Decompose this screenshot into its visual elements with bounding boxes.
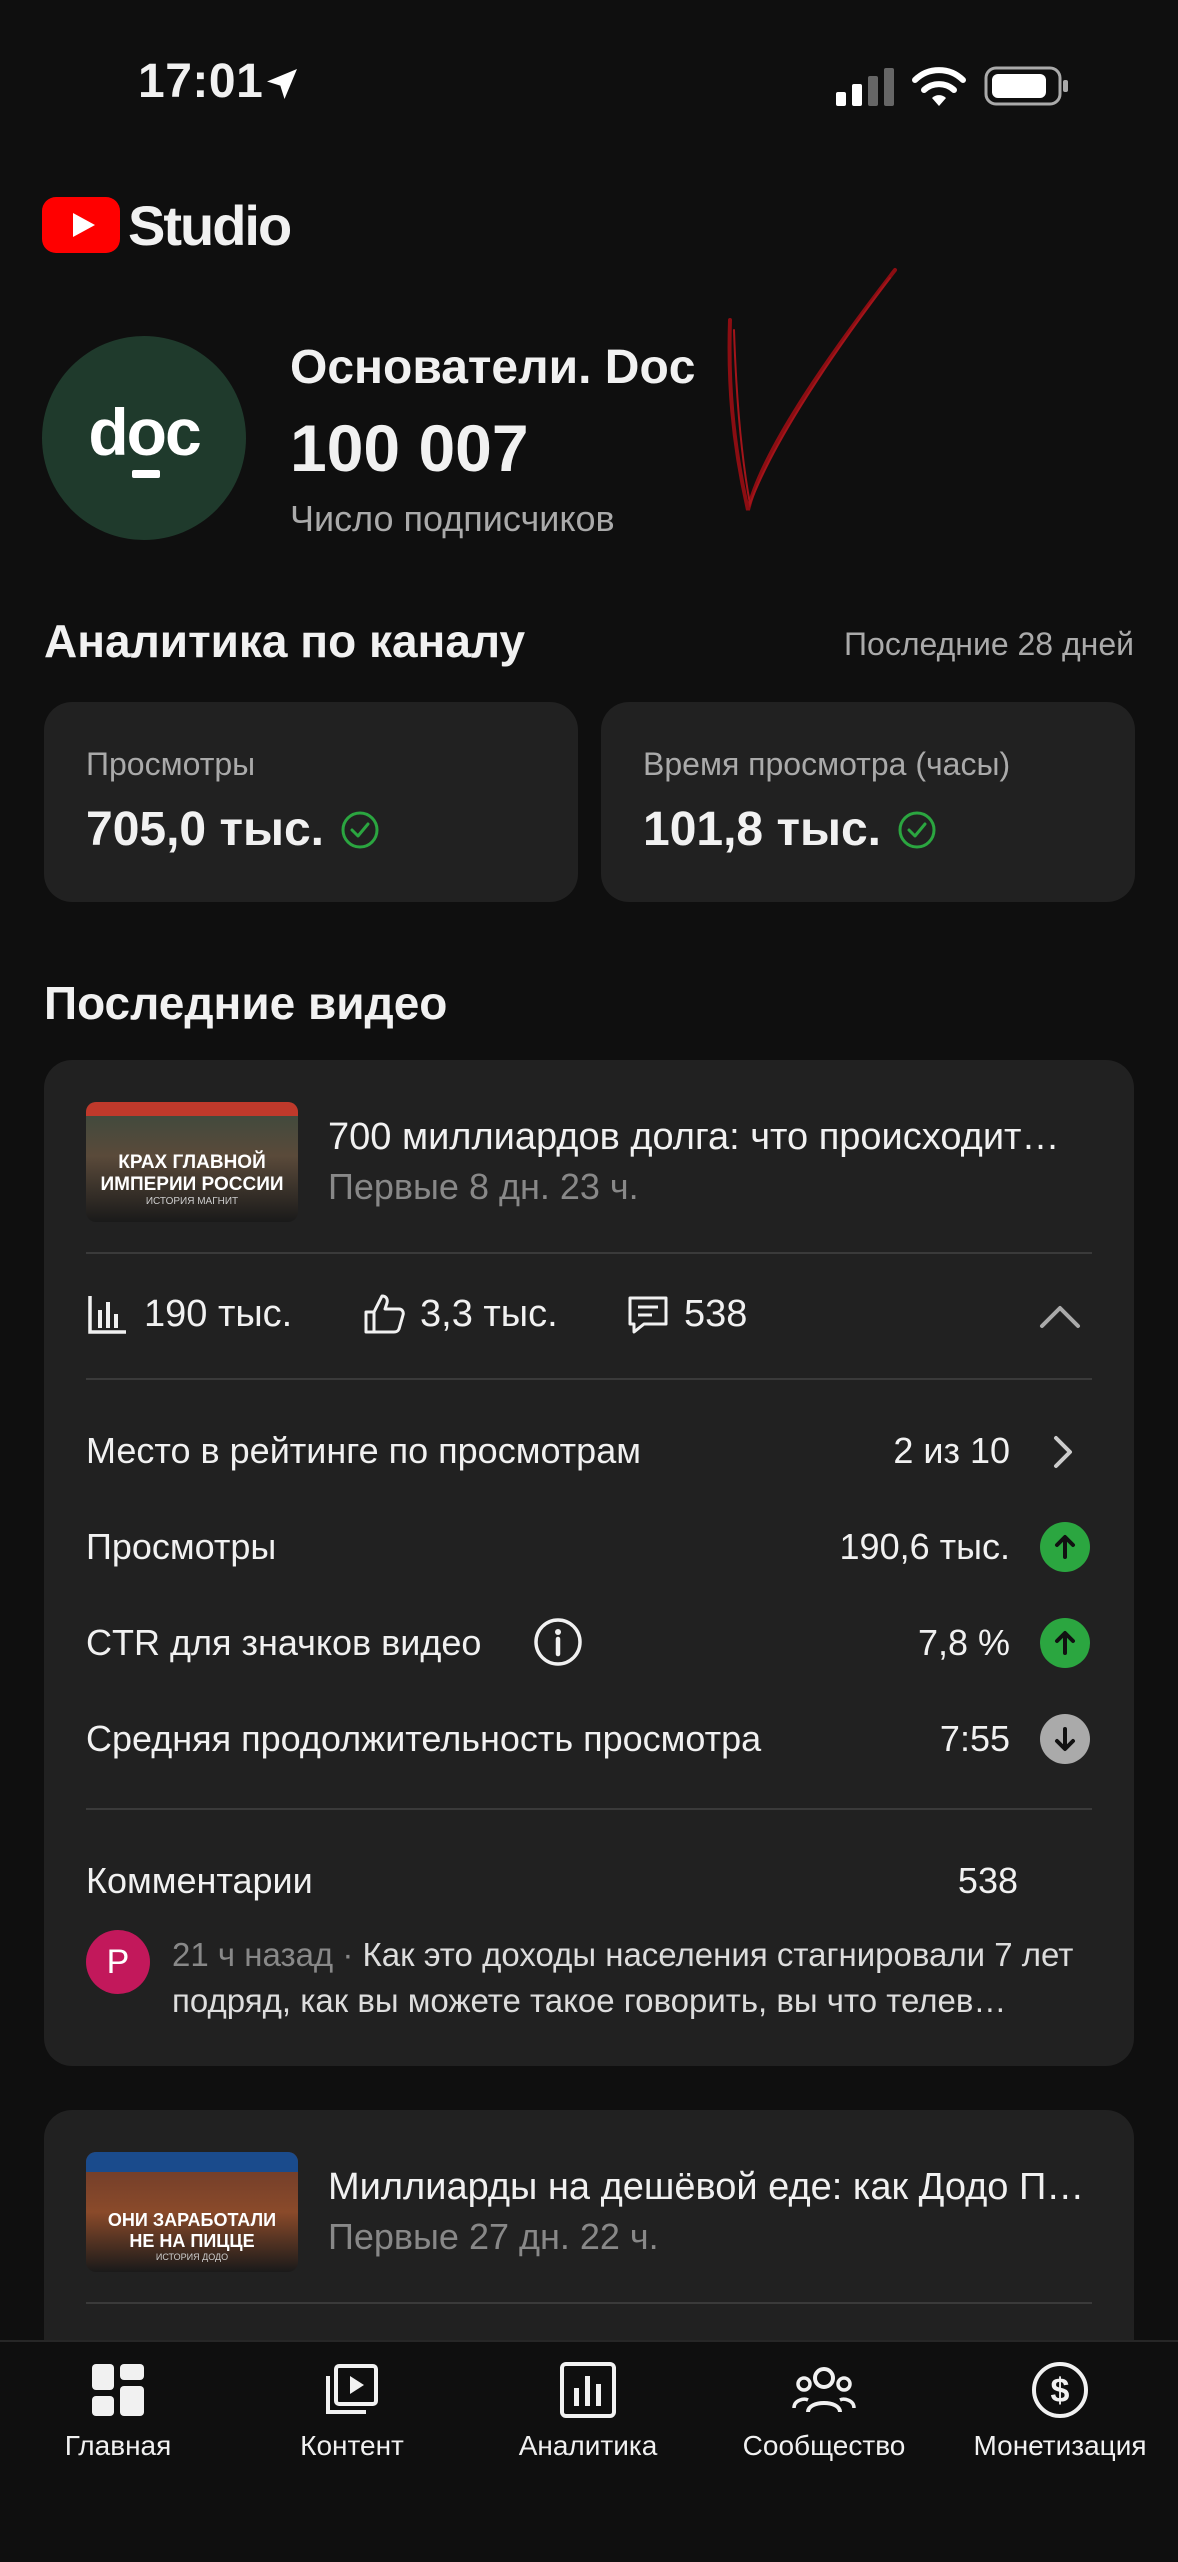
watch-time-label: Время просмотра (часы)	[643, 746, 1011, 782]
bar-chart-icon	[88, 1296, 126, 1334]
divider	[86, 2302, 1092, 2304]
arrow-up-icon	[1040, 1618, 1090, 1668]
video-period: Первые 8 дн. 23 ч.	[328, 1166, 639, 1207]
video-period: Первые 27 дн. 22 ч.	[328, 2216, 659, 2257]
nav-label: Аналитика	[518, 2430, 658, 2461]
ctr-row-label-wrap: CTR для значков видео	[86, 1622, 481, 1664]
info-icon[interactable]	[532, 1616, 584, 1668]
video-thumbnail[interactable]: КРАХ ГЛАВНОЙ ИМПЕРИИ РОССИИ ИСТОРИЯ МАГН…	[86, 1102, 298, 1222]
thumbnail-title-line2: ИМПЕРИИ РОССИИ	[100, 1174, 284, 1195]
video-title[interactable]: 700 миллиардов долга: что происходит…	[328, 1116, 1098, 1159]
ctr-row-value: 7,8 %	[917, 1622, 1010, 1663]
views-row-label: Просмотры	[86, 1526, 277, 1567]
likes-value: 3,3 тыс.	[420, 1292, 558, 1335]
views-card-label: Просмотры	[86, 746, 256, 782]
channel-avatar[interactable]: doc	[42, 336, 246, 540]
comments-label[interactable]: Комментарии	[86, 1860, 313, 1902]
dashboard-icon	[92, 2364, 144, 2416]
watch-time-value-row: 101,8 тыс.	[643, 802, 937, 857]
check-circle-icon	[341, 811, 379, 848]
watch-time-card[interactable]: Время просмотра (часы) 101,8 тыс.	[601, 702, 1135, 902]
divider	[86, 1808, 1092, 1810]
views-card[interactable]: Просмотры 705,0 тыс.	[44, 702, 578, 902]
thumbnail-caption: ИСТОРИЯ МАГНИТ	[145, 1196, 239, 1207]
video-thumbnail[interactable]: ОНИ ЗАРАБОТАЛИ НЕ НА ПИЦЦЕ ИСТОРИЯ ДОДО	[86, 2152, 298, 2272]
nav-community[interactable]: Сообщество	[706, 2360, 942, 2462]
battery-icon	[984, 66, 1068, 106]
thumbnail-title-line1: ОНИ ЗАРАБОТАЛИ	[107, 2210, 277, 2230]
video-title[interactable]: Миллиарды на дешёвой еде: как Додо П…	[328, 2166, 1098, 2209]
chevron-right-icon[interactable]	[1048, 1432, 1078, 1472]
comments-value: 538	[957, 1860, 1018, 1901]
recent-videos-title: Последние видео	[44, 977, 448, 1029]
bottom-navigation: Главная Контент Аналитика Сообщество $ М…	[0, 2340, 1178, 2562]
nav-analytics[interactable]: Аналитика	[470, 2360, 706, 2462]
comments-count: 538	[684, 1292, 748, 1335]
nav-label: Монетизация	[973, 2430, 1147, 2461]
video-card-1: КРАХ ГЛАВНОЙ ИМПЕРИИ РОССИИ ИСТОРИЯ МАГН…	[44, 1060, 1134, 2066]
subscriber-label: Число подписчиков	[290, 498, 615, 539]
nav-content[interactable]: Контент	[234, 2360, 470, 2462]
status-time: 17:01	[138, 55, 264, 108]
views-value: 190 тыс.	[144, 1292, 293, 1335]
nav-home[interactable]: Главная	[0, 2360, 236, 2462]
check-circle-icon	[898, 811, 936, 848]
arrow-up-icon	[1040, 1522, 1090, 1572]
views-row-value: 190,6 тыс.	[839, 1526, 1010, 1567]
content-icon	[326, 2364, 378, 2414]
thumbnail-caption: ИСТОРИЯ ДОДО	[155, 2252, 229, 2262]
divider	[86, 1378, 1092, 1380]
chevron-up-icon[interactable]	[1038, 1300, 1082, 1332]
arrow-down-icon	[1040, 1714, 1090, 1764]
nav-label: Главная	[64, 2430, 172, 2461]
subscriber-count: 100 007	[290, 411, 529, 485]
avg-duration-label: Средняя продолжительность просмотра	[86, 1718, 762, 1759]
youtube-play-icon	[42, 197, 120, 253]
logo-text: Studio	[128, 193, 292, 257]
monetization-icon: $	[1032, 2362, 1088, 2418]
analytics-icon	[560, 2362, 616, 2418]
youtube-studio-logo: Studio	[42, 194, 292, 257]
avg-duration-value: 7:55	[939, 1718, 1010, 1759]
latest-comment[interactable]: 21 ч назад · Как это доходы населения ст…	[172, 1932, 1102, 2024]
thumbnail-title-line1: КРАХ ГЛАВНОЙ	[118, 1152, 266, 1173]
divider	[86, 1252, 1092, 1254]
nav-label: Контент	[300, 2430, 404, 2461]
nav-monetization[interactable]: $ Монетизация	[942, 2360, 1178, 2462]
avatar-underline	[132, 470, 160, 478]
wifi-icon	[912, 67, 966, 106]
comment-time: 21 ч назад	[172, 1936, 334, 1973]
cellular-signal-icon	[836, 68, 894, 106]
svg-text:$: $	[1051, 2372, 1070, 2410]
handwritten-checkmark	[727, 268, 897, 511]
likes-metric: 3,3 тыс.	[362, 1292, 558, 1336]
views-card-value: 705,0 тыс.	[86, 803, 324, 856]
nav-label: Сообщество	[742, 2430, 906, 2461]
watch-time-value: 101,8 тыс.	[643, 803, 881, 856]
views-metric: 190 тыс.	[86, 1292, 292, 1336]
thumbs-up-icon	[364, 1294, 405, 1334]
channel-name: Основатели. Doc	[290, 341, 696, 394]
analytics-title: Аналитика по каналу	[44, 615, 526, 667]
avatar-text: doc	[88, 395, 201, 469]
commenter-avatar: P	[86, 1930, 150, 1994]
ctr-row-label: CTR для значков видео	[86, 1622, 482, 1663]
comments-metric: 538	[626, 1292, 747, 1336]
location-arrow-icon	[267, 69, 297, 99]
rank-value[interactable]: 2 из 10	[893, 1430, 1010, 1472]
analytics-range[interactable]: Последние 28 дней	[844, 626, 1134, 663]
community-icon	[792, 2367, 856, 2413]
rank-label[interactable]: Место в рейтинге по просмотрам	[86, 1430, 641, 1472]
views-card-value-row: 705,0 тыс.	[86, 802, 380, 857]
comment-icon	[628, 1296, 668, 1334]
thumbnail-title-line2: НЕ НА ПИЦЦЕ	[129, 2231, 255, 2251]
